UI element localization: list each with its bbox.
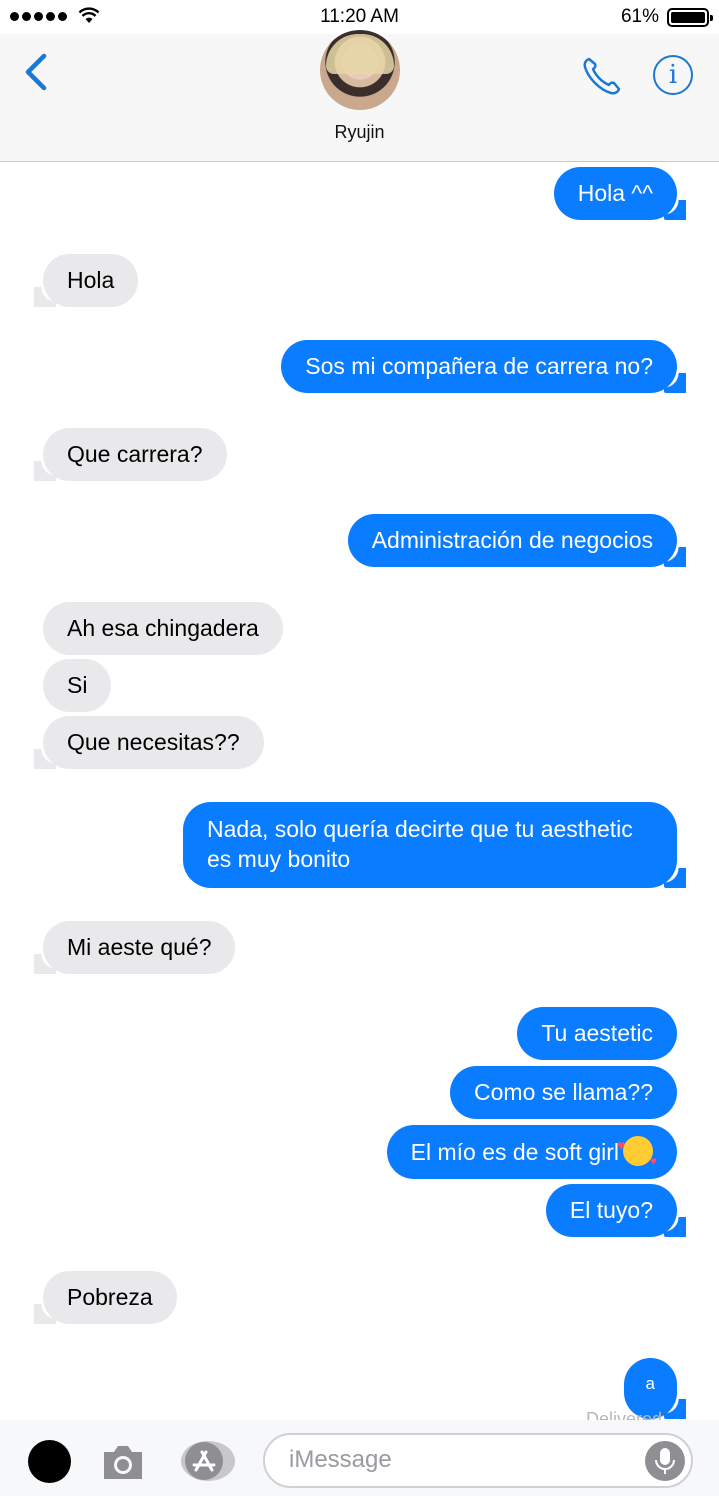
- message-received[interactable]: Pobreza: [34, 1271, 177, 1324]
- message-received[interactable]: Que carrera?: [34, 428, 227, 481]
- battery-icon: [667, 8, 713, 27]
- conversation-header: Ryujin i: [0, 30, 719, 162]
- message-sent[interactable]: Como se llama??: [450, 1066, 677, 1119]
- camera-icon[interactable]: [100, 1442, 146, 1482]
- message-text: El mío es de soft girl: [410, 1139, 619, 1165]
- message-received[interactable]: Que necesitas??: [34, 716, 264, 769]
- smiling-face-with-hearts-icon: [617, 1130, 657, 1176]
- message-sent[interactable]: Sos mi compañera de carrera no?: [281, 340, 686, 393]
- message-received[interactable]: Hola: [33, 254, 139, 307]
- message-sent[interactable]: El tuyo?: [545, 1184, 687, 1237]
- phone-icon[interactable]: [580, 54, 624, 98]
- imessage-input[interactable]: [289, 1446, 629, 1474]
- status-bar: 11:20 AM 61%: [0, 0, 719, 34]
- microphone-icon[interactable]: [645, 1441, 685, 1481]
- status-time: 11:20 AM: [320, 6, 399, 27]
- info-icon[interactable]: i: [653, 55, 693, 95]
- imessage-input-field[interactable]: [263, 1433, 693, 1488]
- message-received[interactable]: Si: [43, 659, 112, 712]
- contact-name[interactable]: Ryujin: [0, 122, 719, 143]
- battery-percentage: 61%: [620, 6, 659, 27]
- message-sent[interactable]: Administración de negocios: [347, 514, 687, 567]
- message-sent[interactable]: Nada, solo quería decirte que tu aesthet…: [183, 802, 686, 888]
- chevron-left-icon[interactable]: [22, 52, 52, 92]
- message-received[interactable]: Ah esa chingadera: [43, 602, 283, 655]
- message-sent[interactable]: Hola ^^: [553, 167, 687, 220]
- contact-avatar[interactable]: [320, 30, 400, 110]
- digital-touch-icon[interactable]: [28, 1440, 71, 1483]
- message-received[interactable]: Mi aeste qué?: [33, 921, 236, 974]
- message-sent[interactable]: Tu aestetic: [517, 1007, 677, 1060]
- message-composer: [0, 1420, 719, 1496]
- app-store-icon[interactable]: [180, 1440, 236, 1482]
- message-sent[interactable]: El mío es de soft girl: [386, 1125, 677, 1179]
- message-thread: Hola ^^ Hola Sos mi compañera de carrera…: [0, 163, 719, 1421]
